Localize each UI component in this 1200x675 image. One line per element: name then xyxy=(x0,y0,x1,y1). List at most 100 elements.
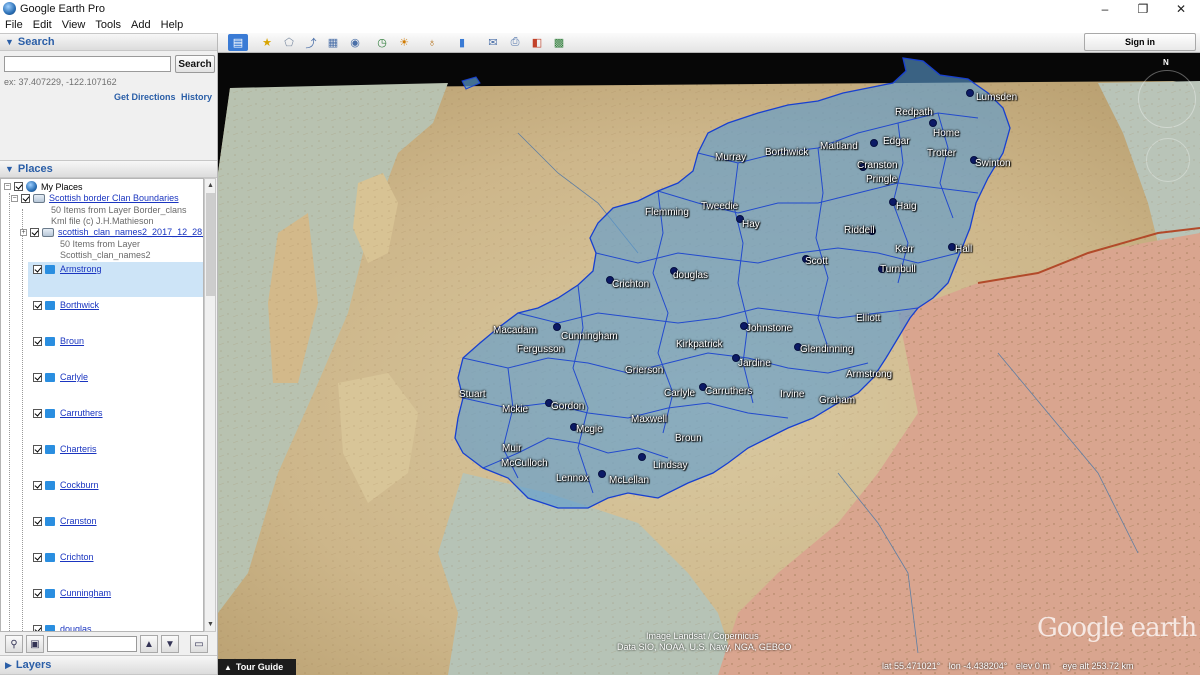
checkbox[interactable] xyxy=(33,480,42,490)
place-link[interactable]: Cranston xyxy=(60,516,97,526)
places-scrollbar[interactable]: ▲ ▼ xyxy=(204,178,216,632)
clan-label[interactable]: Gordon xyxy=(551,401,584,412)
clan-label[interactable]: Flemming xyxy=(645,207,689,218)
menu-view[interactable]: View xyxy=(57,19,91,31)
clan-label[interactable]: Cunningham xyxy=(561,331,618,342)
clan-label[interactable]: Fergusson xyxy=(517,344,564,355)
list-item[interactable]: Crichton xyxy=(33,552,94,562)
scroll-down-icon[interactable]: ▼ xyxy=(206,619,215,630)
move-down-icon[interactable]: ▼ xyxy=(161,635,179,653)
checkbox[interactable] xyxy=(33,624,42,631)
checkbox[interactable] xyxy=(30,227,39,237)
google-maps-icon[interactable]: ◧ xyxy=(528,34,546,51)
scroll-up-icon[interactable]: ▲ xyxy=(206,180,215,191)
place-link[interactable]: Carruthers xyxy=(60,408,103,418)
clan-label[interactable]: Turnbull xyxy=(880,264,916,275)
clan-label[interactable]: Irvine xyxy=(780,389,804,400)
clan-label[interactable]: Graham xyxy=(819,395,855,406)
list-item[interactable]: Carlyle xyxy=(33,372,88,382)
place-link[interactable]: Cockburn xyxy=(60,480,99,490)
clan-label[interactable]: Edgar xyxy=(883,136,910,147)
clan-label[interactable]: Stuart xyxy=(459,389,486,400)
list-item[interactable]: Cockburn xyxy=(33,480,99,490)
tree-row-clan-boundaries[interactable]: − Scottish border Clan Boundaries xyxy=(11,193,179,203)
checkbox[interactable] xyxy=(33,408,42,418)
layers-panel-header[interactable]: ▶ Layers xyxy=(0,655,217,675)
clan-label[interactable]: Hay xyxy=(742,219,760,230)
checkbox[interactable] xyxy=(33,336,42,346)
clan-label[interactable]: McLellan xyxy=(609,475,649,486)
list-item[interactable]: Charteris xyxy=(33,444,97,454)
search-panel-header[interactable]: ▼ Search xyxy=(0,33,217,51)
checkbox[interactable] xyxy=(33,588,42,598)
list-item[interactable]: Borthwick xyxy=(33,300,99,310)
clan-label[interactable]: Mckie xyxy=(502,404,528,415)
clan-label[interactable]: Armstrong xyxy=(846,369,892,380)
search-places-icon[interactable]: ⚲ xyxy=(5,635,23,653)
places-panel-header[interactable]: ▼ Places xyxy=(0,160,217,178)
clan-label[interactable]: Cranston xyxy=(857,160,898,171)
clan-label[interactable]: Broun xyxy=(675,433,702,444)
tour-guide-button[interactable]: ▲ Tour Guide xyxy=(218,659,296,675)
clan-label[interactable]: Maitland xyxy=(820,141,858,152)
clan-label[interactable]: Mcgie xyxy=(576,424,603,435)
clan-label[interactable]: Trotter xyxy=(927,148,956,159)
compass-icon[interactable] xyxy=(1138,70,1196,128)
placemark-icon[interactable]: ★ xyxy=(258,34,276,51)
clan-label[interactable]: Hall xyxy=(955,244,972,255)
image-overlay-icon[interactable]: ▦ xyxy=(324,34,342,51)
search-input[interactable] xyxy=(4,56,171,72)
collapse-toggle-icon[interactable]: − xyxy=(11,194,18,202)
history-link[interactable]: History xyxy=(181,92,212,102)
polygon-tool-icon[interactable]: ⬠ xyxy=(280,34,298,51)
record-tour-icon[interactable]: ◉ xyxy=(346,34,364,51)
look-joystick-icon[interactable] xyxy=(1146,138,1190,182)
tree-row-clan-names[interactable]: + scottish_clan_names2_2017_12_28_1 xyxy=(20,227,203,237)
place-link[interactable]: Crichton xyxy=(60,552,94,562)
places-tree[interactable]: − My Places − Scottish border Clan Bound… xyxy=(0,178,204,632)
checkbox[interactable] xyxy=(33,300,42,310)
checkbox[interactable] xyxy=(33,264,42,274)
clan-label[interactable]: Pringle xyxy=(866,174,897,185)
place-link[interactable]: Carlyle xyxy=(60,372,88,382)
sunlight-icon[interactable]: ☀ xyxy=(395,34,413,51)
clan-label[interactable]: Swinton xyxy=(975,158,1011,169)
place-link[interactable]: Armstrong xyxy=(60,264,102,274)
menu-add[interactable]: Add xyxy=(126,19,156,31)
checkbox[interactable] xyxy=(33,552,42,562)
clan-label[interactable]: Lumsden xyxy=(976,92,1017,103)
maximize-button[interactable]: ❐ xyxy=(1124,0,1162,17)
clan-label[interactable]: Lindsay xyxy=(653,460,687,471)
clan-point[interactable] xyxy=(870,139,878,147)
list-item[interactable]: douglas xyxy=(33,624,92,631)
search-button[interactable]: Search xyxy=(175,55,215,73)
menu-help[interactable]: Help xyxy=(156,19,189,31)
clan-label[interactable]: Kerr xyxy=(895,244,914,255)
panel-toggle-icon[interactable]: ▣ xyxy=(26,635,44,653)
clan-label[interactable]: Tweedie xyxy=(701,201,738,212)
layer-link[interactable]: scottish_clan_names2_2017_12_28_1 xyxy=(58,227,203,237)
planets-icon[interactable]: ♁ xyxy=(423,34,441,51)
collapse-toggle-icon[interactable]: − xyxy=(4,183,11,190)
clan-label[interactable]: Murray xyxy=(715,152,746,163)
list-item[interactable]: Cranston xyxy=(33,516,97,526)
historical-imagery-icon[interactable]: ◷ xyxy=(373,34,391,51)
minimize-button[interactable]: – xyxy=(1086,0,1124,17)
clan-point[interactable] xyxy=(638,453,646,461)
place-link[interactable]: Cunningham xyxy=(60,588,111,598)
save-image-icon[interactable]: ▩ xyxy=(550,34,568,51)
checkbox[interactable] xyxy=(33,444,42,454)
list-item[interactable]: Broun xyxy=(33,336,84,346)
expand-toggle-icon[interactable]: + xyxy=(20,228,27,236)
clan-label[interactable]: Carruthers xyxy=(705,386,752,397)
email-icon[interactable]: ✉ xyxy=(484,34,502,51)
places-filter-input[interactable] xyxy=(47,636,137,652)
get-directions-link[interactable]: Get Directions xyxy=(114,92,176,102)
checkbox[interactable] xyxy=(21,193,30,203)
map-view[interactable]: N Lumsden Redpath Home Edgar Maitland Tr… xyxy=(218,53,1200,675)
ruler-icon[interactable]: ▮ xyxy=(453,34,471,51)
print-icon[interactable]: ⎙ xyxy=(506,34,524,51)
clan-label[interactable]: Glendinning xyxy=(800,344,853,355)
clan-point[interactable] xyxy=(929,119,937,127)
clan-label[interactable]: Riddell xyxy=(844,225,875,236)
